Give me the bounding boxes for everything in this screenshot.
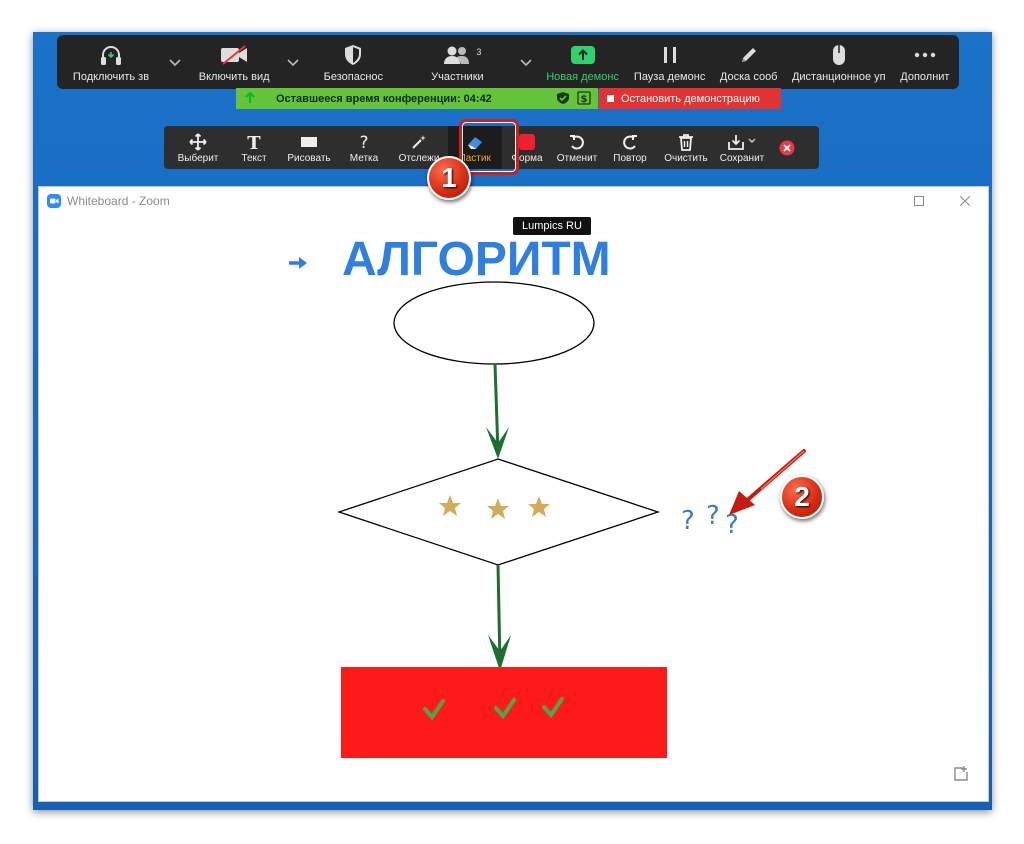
question-mark: ?	[681, 506, 695, 536]
more-button[interactable]: Дополнит	[895, 35, 955, 89]
tool-save-label: Сохранит	[719, 152, 765, 164]
stop-square-icon	[607, 95, 614, 102]
start-video-button[interactable]: Включить вид	[189, 35, 279, 89]
trash-icon	[679, 133, 693, 151]
arrow-right-icon	[289, 257, 307, 269]
tool-undo-label: Отменит	[556, 152, 598, 164]
new-share-label: Новая демонс	[546, 71, 619, 83]
audio-options-caret[interactable]	[164, 35, 186, 89]
flow-arrow-bottom	[488, 564, 511, 671]
pause-share-button[interactable]: Пауза демонс	[628, 35, 712, 89]
more-label: Дополнит	[900, 71, 950, 83]
stop-share-button[interactable]: Остановить демонстрацию	[599, 88, 781, 109]
share-screen-icon	[570, 46, 595, 64]
participants-options-caret[interactable]	[515, 35, 537, 89]
flow-arrow-top	[486, 363, 509, 459]
remote-control-button[interactable]: Дистанционное уп	[786, 35, 892, 89]
expand-corner-icon[interactable]	[952, 765, 970, 783]
algorithm-heading: АЛГОРИТМ	[342, 233, 611, 286]
tool-save[interactable]: Сохранит	[714, 126, 770, 169]
callout-step-1: 1	[427, 156, 471, 200]
security-button[interactable]: Безопаснос	[307, 35, 399, 89]
tool-redo-label: Повтор	[613, 152, 647, 164]
move-icon	[189, 132, 207, 151]
chevron-up-icon	[287, 59, 299, 66]
remaining-time-text: Оставшееся время конференции: 04:42	[276, 92, 492, 105]
tool-select-label: Выберит	[177, 152, 219, 164]
participants-icon	[444, 46, 470, 64]
callout-step-2: 2	[780, 475, 824, 519]
stop-share-label: Остановить демонстрацию	[621, 92, 760, 105]
question-mark: ?	[725, 510, 739, 540]
start-video-label: Включить вид	[198, 71, 270, 83]
chevron-up-icon	[169, 59, 181, 66]
chevron-down-icon	[520, 59, 533, 66]
stamp-icon: ?	[359, 133, 368, 151]
question-marks: ? ? ?	[681, 501, 739, 540]
meeting-timer-bar: Оставшееся время конференции: 04:42 $	[236, 88, 598, 109]
participants-label: Участники	[431, 71, 484, 83]
tool-text-label: Текст	[241, 152, 267, 164]
format-icon	[519, 133, 535, 150]
tool-stamp-label: Метка	[349, 152, 379, 164]
more-icon	[914, 52, 936, 58]
tool-clear[interactable]: Очистить	[658, 126, 714, 169]
svg-text:$: $	[581, 94, 588, 105]
annotate-label: Доска сооб	[719, 71, 778, 83]
whiteboard-window: Whiteboard - Zoom Lumpics RU АЛГОРИТМ ? …	[38, 186, 989, 802]
redo-icon	[623, 134, 637, 150]
undo-icon	[570, 134, 584, 150]
pen-icon	[741, 48, 756, 62]
spotlight-icon	[412, 134, 426, 149]
participants-count: 3	[476, 47, 482, 57]
new-share-button[interactable]: Новая демонс	[541, 35, 625, 89]
svg-text:?: ?	[359, 133, 368, 151]
join-audio-label: Подключить зв	[72, 71, 150, 83]
arrow-up-icon	[245, 92, 255, 103]
participants-button[interactable]: 3 Участники	[402, 35, 512, 89]
close-annotation-button[interactable]	[770, 126, 804, 169]
question-mark: ?	[706, 501, 720, 531]
video-off-icon	[221, 45, 248, 65]
pause-icon	[663, 47, 676, 63]
meeting-toolbar: Подключить зв Включить вид Безопаснос 3 …	[57, 35, 959, 89]
remote-control-label: Дистанционное уп	[791, 71, 886, 83]
text-icon: T	[247, 133, 261, 151]
pause-share-label: Пауза демонс	[633, 71, 706, 83]
whiteboard-canvas[interactable]: АЛГОРИТМ ? ? ?	[39, 187, 988, 801]
dollar-icon: $	[577, 91, 591, 105]
svg-text:T: T	[247, 133, 261, 151]
security-label: Безопаснос	[323, 71, 384, 83]
start-ellipse	[393, 281, 595, 365]
video-options-caret[interactable]	[282, 35, 304, 89]
close-icon	[779, 140, 795, 155]
tool-draw[interactable]: Рисовать	[280, 126, 338, 169]
tool-select[interactable]: Выберит	[168, 126, 228, 169]
save-icon	[728, 134, 756, 150]
headphones-icon	[101, 46, 121, 65]
join-audio-button[interactable]: Подключить зв	[61, 35, 161, 89]
tool-stamp[interactable]: ? Метка	[338, 126, 390, 169]
draw-icon	[301, 136, 317, 147]
shield-check-icon	[557, 92, 569, 104]
tool-draw-label: Рисовать	[287, 152, 331, 164]
shield-icon	[345, 45, 362, 65]
tool-undo[interactable]: Отменит	[552, 126, 602, 169]
tool-text[interactable]: T Текст	[228, 126, 280, 169]
desktop-background: Подключить зв Включить вид Безопаснос 3 …	[33, 32, 992, 810]
tool-clear-label: Очистить	[664, 152, 708, 164]
tool-redo[interactable]: Повтор	[602, 126, 658, 169]
annotate-button[interactable]: Доска сооб	[715, 35, 783, 89]
mouse-icon	[832, 45, 845, 65]
